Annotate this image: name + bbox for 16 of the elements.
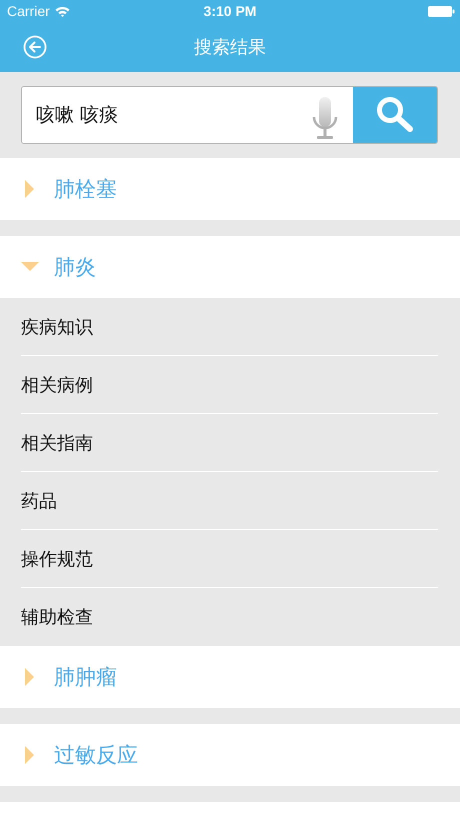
triangle-down-icon <box>21 262 39 272</box>
wifi-icon <box>54 6 70 16</box>
subcategory-item[interactable]: 辅助检查 <box>21 588 438 646</box>
status-time: 3:10 PM <box>204 3 256 19</box>
triangle-right-icon <box>25 180 35 198</box>
subcategory-item[interactable]: 疾病知识 <box>21 298 438 356</box>
subcategory-item[interactable]: 相关指南 <box>21 414 438 472</box>
screen-title: 搜索结果 <box>194 36 266 59</box>
subcategory-item[interactable]: 操作规范 <box>21 530 438 588</box>
subcategory-item[interactable]: 相关病例 <box>21 356 438 414</box>
back-icon[interactable] <box>23 35 47 59</box>
battery-icon <box>428 6 455 16</box>
triangle-right-icon <box>25 746 35 764</box>
subcategory-item[interactable]: 药品 <box>21 472 438 530</box>
triangle-right-icon <box>25 668 35 686</box>
carrier-label: Carrier <box>7 3 50 19</box>
